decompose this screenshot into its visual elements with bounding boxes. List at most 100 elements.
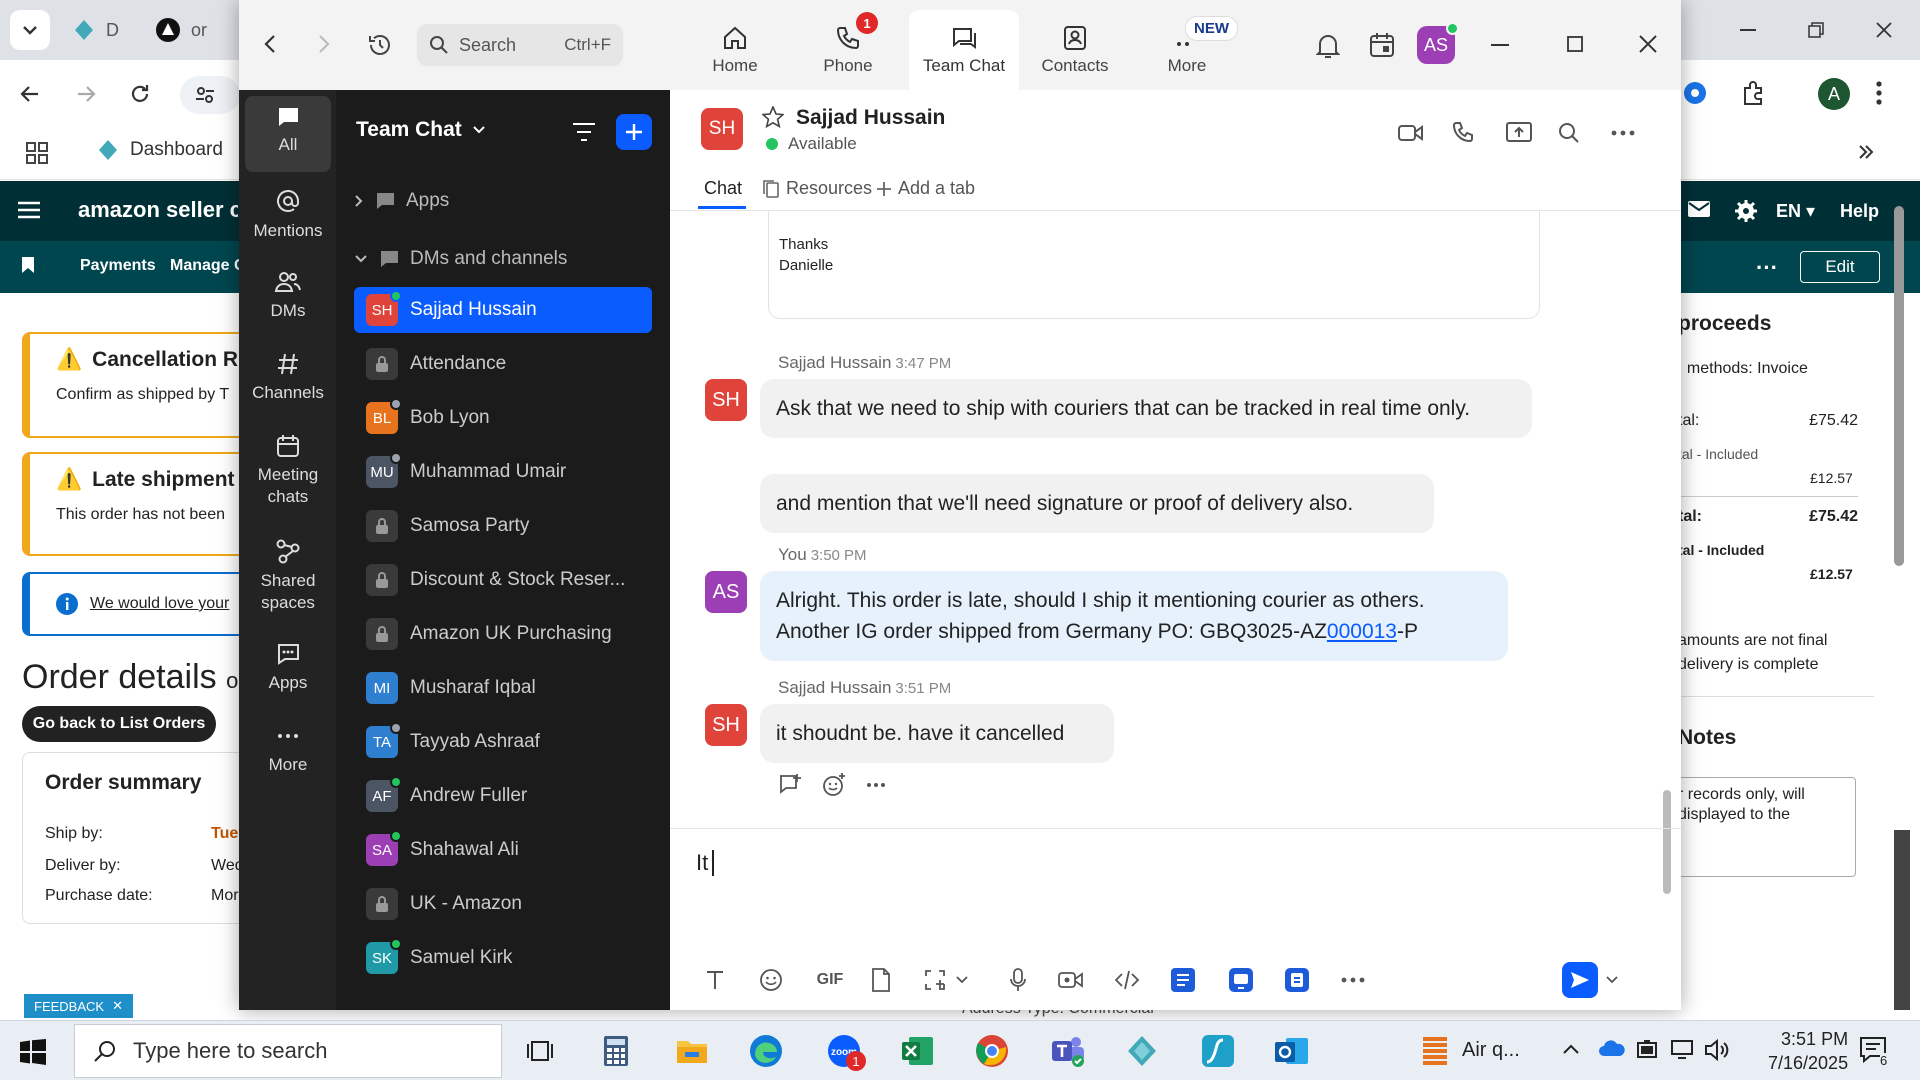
notification-center-icon[interactable]: 6 xyxy=(1858,1035,1888,1068)
video-call-icon[interactable] xyxy=(1396,118,1426,148)
nav-contacts[interactable]: Contacts xyxy=(1029,10,1121,90)
team-chat-title[interactable]: Team Chat xyxy=(356,118,486,142)
screenshot-icon[interactable] xyxy=(920,965,950,995)
edit-button[interactable]: Edit xyxy=(1800,251,1880,283)
channel-item[interactable]: Discount & Stock Reser... xyxy=(354,557,652,603)
diamond-app-icon[interactable] xyxy=(1122,1031,1162,1071)
rail-meeting-chats[interactable]: Meeting chats xyxy=(245,424,331,508)
apps-grid-icon[interactable] xyxy=(26,142,48,164)
file-icon[interactable] xyxy=(866,965,896,995)
chevron-double-right-icon[interactable] xyxy=(1856,142,1876,162)
rail-mentions[interactable]: Mentions xyxy=(245,178,331,242)
contact-avatar[interactable]: SH xyxy=(701,108,743,150)
nav-more[interactable]: More NEW xyxy=(1141,10,1238,90)
channel-item[interactable]: UK - Amazon xyxy=(354,881,652,927)
forward-icon[interactable] xyxy=(74,82,98,106)
notes-app-icon[interactable] xyxy=(1168,965,1198,995)
nav-home[interactable]: Home xyxy=(689,10,781,90)
tab-add[interactable]: Add a tab xyxy=(876,178,975,199)
extensions-puzzle-icon[interactable] xyxy=(1740,80,1766,106)
channel-item[interactable]: MU Muhammad Umair xyxy=(354,449,652,495)
chrome-icon[interactable] xyxy=(972,1031,1012,1071)
network-icon[interactable] xyxy=(1670,1039,1696,1059)
whiteboard-app-icon[interactable] xyxy=(1226,965,1256,995)
rail-shared-spaces[interactable]: Shared spaces xyxy=(245,528,331,614)
more-options-icon[interactable] xyxy=(1608,118,1638,148)
forward-arrow-icon[interactable] xyxy=(317,34,331,54)
volume-icon[interactable] xyxy=(1704,1039,1730,1061)
edge-browser-icon[interactable] xyxy=(746,1031,786,1071)
share-screen-icon[interactable] xyxy=(1504,118,1534,148)
back-to-orders-button[interactable]: Go back to List Orders xyxy=(22,706,216,742)
add-reaction-icon[interactable] xyxy=(822,773,846,797)
site-info-button[interactable] xyxy=(180,76,240,114)
channel-item[interactable]: BL Bob Lyon xyxy=(354,395,652,441)
channel-item[interactable]: TA Tayyab Ashraaf xyxy=(354,719,652,765)
channel-item[interactable]: Amazon UK Purchasing xyxy=(354,611,652,657)
star-icon[interactable] xyxy=(762,106,784,128)
microphone-icon[interactable] xyxy=(1003,965,1033,995)
close-icon[interactable] xyxy=(1639,35,1657,53)
close-icon[interactable]: ✕ xyxy=(112,998,123,1014)
search-icon[interactable] xyxy=(1554,118,1584,148)
channel-item[interactable]: Attendance xyxy=(354,341,652,387)
message-avatar[interactable]: AS xyxy=(705,571,747,613)
more-tools-icon[interactable] xyxy=(1338,965,1368,995)
windows-start-icon[interactable] xyxy=(20,1039,46,1065)
channel-item[interactable]: SK Samuel Kirk xyxy=(354,935,652,981)
message-scrollbar[interactable] xyxy=(1663,220,1673,894)
message-avatar[interactable]: SH xyxy=(705,704,747,746)
format-text-icon[interactable] xyxy=(700,965,730,995)
channel-item[interactable]: SH Sajjad Hussain xyxy=(354,287,652,333)
profile-avatar[interactable]: A xyxy=(1818,78,1850,110)
show-hidden-icons-icon[interactable] xyxy=(1562,1043,1580,1055)
language-selector[interactable]: EN ▾ xyxy=(1776,201,1815,222)
nav-manage[interactable]: Manage C xyxy=(170,257,246,275)
bell-icon[interactable] xyxy=(1315,32,1341,60)
message-avatar[interactable]: SH xyxy=(705,379,747,421)
message-bubble[interactable]: it shoudnt be. have it cancelled xyxy=(760,704,1114,763)
extension-blue-icon[interactable] xyxy=(1682,80,1708,106)
channel-item[interactable]: SA Shahawal Ali xyxy=(354,827,652,873)
file-explorer-icon[interactable] xyxy=(672,1031,712,1071)
back-icon[interactable] xyxy=(18,82,42,106)
teams-icon[interactable] xyxy=(1048,1031,1088,1071)
rail-all[interactable]: All xyxy=(245,96,331,172)
emoji-icon[interactable] xyxy=(756,965,786,995)
kebab-menu-icon[interactable] xyxy=(1876,80,1882,106)
channel-item[interactable]: Samosa Party xyxy=(354,503,652,549)
script-app-icon[interactable] xyxy=(1198,1031,1238,1071)
notes-textarea[interactable]: r records only, will displayed to the xyxy=(1678,777,1856,877)
restore-icon[interactable] xyxy=(1798,12,1834,48)
gif-icon[interactable]: GIF xyxy=(810,965,850,995)
channel-item[interactable]: MI Musharaf Iqbal xyxy=(354,665,652,711)
docs-app-icon[interactable] xyxy=(1282,965,1312,995)
bookmark-dashboard[interactable]: Dashboard xyxy=(96,138,223,162)
video-message-icon[interactable] xyxy=(1056,965,1086,995)
more-icon[interactable]: ··· xyxy=(1756,255,1778,281)
nav-team-chat[interactable]: Team Chat xyxy=(909,10,1019,90)
filter-icon[interactable] xyxy=(572,122,596,142)
taskbar-clock[interactable]: 3:51 PM 7/16/2025 xyxy=(1768,1027,1848,1075)
nav-phone[interactable]: Phone 1 xyxy=(802,10,894,90)
taskbar-search-input[interactable]: Type here to search xyxy=(74,1024,502,1078)
outlook-icon[interactable] xyxy=(1272,1031,1312,1071)
browser-tab-2[interactable]: or xyxy=(155,12,207,48)
browser-tab-1[interactable]: D xyxy=(72,12,119,48)
nav-payments[interactable]: Payments xyxy=(80,257,156,275)
maximize-icon[interactable] xyxy=(1567,36,1583,52)
message-bubble[interactable]: and mention that we'll need signature or… xyxy=(760,474,1434,533)
calculator-icon[interactable] xyxy=(596,1031,636,1071)
rail-channels[interactable]: Channels xyxy=(245,342,331,404)
po-link[interactable]: 000013 xyxy=(1327,620,1397,643)
user-avatar[interactable]: AS xyxy=(1417,22,1459,64)
code-snippet-icon[interactable] xyxy=(1112,965,1142,995)
gear-icon[interactable] xyxy=(1734,199,1758,223)
rail-apps[interactable]: Apps xyxy=(245,632,331,694)
page-scrollbar[interactable] xyxy=(1890,190,1910,1020)
history-icon[interactable] xyxy=(367,32,393,58)
task-view-icon[interactable] xyxy=(520,1031,560,1071)
phone-call-icon[interactable] xyxy=(1448,118,1478,148)
zoom-app-icon[interactable]: zoom 1 xyxy=(824,1031,866,1071)
battery-icon[interactable] xyxy=(1636,1039,1660,1059)
